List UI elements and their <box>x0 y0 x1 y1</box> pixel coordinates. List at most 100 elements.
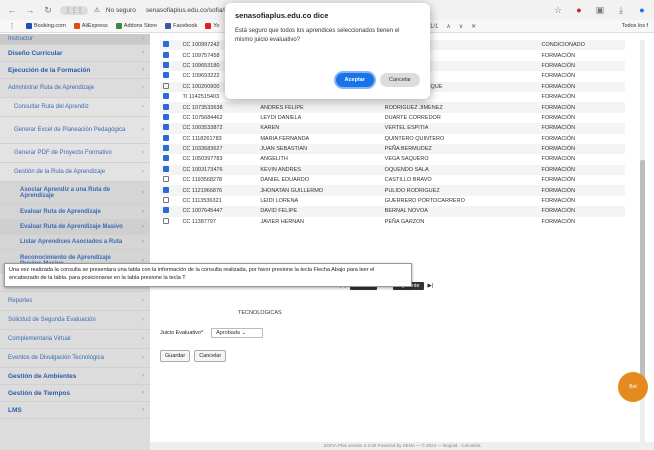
sidebar-item-label: Complementaria Virtual <box>8 336 71 342</box>
sidebar-item[interactable]: Solicitud de Segunda Evaluación › <box>0 311 150 330</box>
chevron-right-icon: › <box>142 127 144 133</box>
sidebar-item[interactable]: Asociar Aprendiz a una Ruta de Aprendiza… <box>0 182 150 205</box>
site-pill[interactable]: ⋮⋮⋮ <box>60 5 88 15</box>
cell-apellido: PEÑA GARZON <box>384 218 425 225</box>
chevron-right-icon: › <box>142 67 144 73</box>
row-checkbox[interactable] <box>163 72 169 79</box>
star-icon[interactable]: ☆ <box>552 4 564 16</box>
sidebar-item-label: Evaluar Ruta de Aprendizaje Masivo <box>20 224 123 230</box>
sidebar-item[interactable]: Complementaria Virtual › <box>0 330 150 349</box>
sidebar-item-label: Administrar Ruta de Aprendizaje <box>8 85 95 91</box>
chevron-right-icon: › <box>142 190 144 196</box>
row-checkbox[interactable] <box>163 113 169 120</box>
row-checkbox[interactable] <box>163 155 169 162</box>
sidebar-item[interactable]: Instructor › <box>0 34 150 45</box>
row-checkbox[interactable] <box>163 186 169 193</box>
bookmark-youtube[interactable]: Yo <box>205 23 220 29</box>
sidebar-item[interactable]: Gestión de Tiempos › <box>0 385 150 402</box>
extensions-icon[interactable]: ▣ <box>594 4 606 16</box>
cell-doc: CC 1003533872 <box>179 123 258 134</box>
chevron-right-icon: › <box>142 209 144 215</box>
insecure-warning-icon[interactable]: ⚠ <box>94 6 100 14</box>
sidebar-item[interactable]: Diseño Curricular › <box>0 45 150 62</box>
row-checkbox[interactable] <box>163 145 169 152</box>
cancel-form-button[interactable]: Cancelar <box>194 350 227 362</box>
bookmark-addons[interactable]: Addons Store <box>115 23 157 29</box>
sidebar-item[interactable]: Evaluar Ruta de Aprendizaje › <box>0 205 150 220</box>
sidebar-item[interactable]: Ejecución de la Formación › <box>0 62 150 79</box>
row-checkbox[interactable] <box>163 165 169 172</box>
chatbot-icon[interactable]: Bot <box>618 372 648 402</box>
row-checkbox[interactable] <box>163 82 169 89</box>
sidebar-item[interactable]: Listar Aprendices Asociados a Ruta › <box>0 235 150 250</box>
insecure-label[interactable]: No seguro <box>106 7 136 14</box>
sidebar-item[interactable]: Generar Excel de Planeación Pedagógica › <box>0 117 150 144</box>
cell-estado: Formación <box>538 206 625 217</box>
row-checkbox[interactable] <box>163 93 169 100</box>
accept-button[interactable]: Aceptar <box>335 73 374 87</box>
sidebar-item[interactable]: Eventos de Divulgación Tecnológica › <box>0 349 150 368</box>
cell-apellido: VERTEL ESPITIA <box>381 123 539 134</box>
sidebar-item[interactable]: Reportes › <box>0 292 150 311</box>
sidebar-item[interactable]: Gestión de la Ruta de Aprendizaje › <box>0 163 150 182</box>
cell-doc: CC 1033683627 <box>179 143 258 155</box>
table-row: CC 1113536321 LEIDI LORENA GUERRERO PORTOC… <box>160 196 625 206</box>
row-checkbox[interactable] <box>163 176 169 183</box>
row-checkbox[interactable] <box>163 217 169 224</box>
row-checkbox[interactable] <box>163 61 169 68</box>
bookmark-facebook[interactable]: Facebook <box>165 23 197 29</box>
chevron-right-icon: › <box>142 336 144 342</box>
sidebar-item[interactable]: Administrar Ruta de Aprendizaje › <box>0 79 150 98</box>
row-checkbox[interactable] <box>163 207 169 214</box>
cell-estado: Formación <box>538 102 625 113</box>
find-close-icon[interactable]: ✕ <box>471 23 476 30</box>
row-checkbox[interactable] <box>163 41 169 48</box>
forward-icon[interactable]: → <box>24 4 36 16</box>
find-next-icon[interactable]: ∨ <box>459 23 463 30</box>
last-page-icon[interactable]: ▶| <box>428 283 434 289</box>
download-icon[interactable]: ⤓ <box>615 4 627 16</box>
juicio-select[interactable]: Aprobada ⌄ <box>211 328 264 338</box>
cell-apellido: VEGA SAQUERO <box>384 156 429 163</box>
table-row: CC 1033683627 JUAN SEBASTIAN PEÑA BERMUDEZ… <box>160 143 625 155</box>
sidebar-item[interactable]: Generar PDF de Proyecto Formativo › <box>0 144 150 163</box>
find-bar: 1/1 ∧ ∨ ✕ <box>430 23 476 31</box>
form-actions: Guardar Cancelar <box>160 350 227 362</box>
sidebar-item[interactable]: Consultar Ruta del Aprendiz › <box>0 98 150 117</box>
cell-apellido: PULIDO RODRIGUEZ <box>381 185 539 196</box>
chevron-right-icon: › <box>142 390 144 396</box>
save-button[interactable]: Guardar <box>160 350 191 362</box>
chevron-right-icon: › <box>142 85 144 91</box>
sidebar-item-label: Eventos de Divulgación Tecnológica <box>8 355 104 361</box>
profile-icon[interactable]: ● <box>636 4 648 16</box>
all-bookmarks[interactable]: Todos los f <box>622 23 648 29</box>
reload-icon[interactable]: ↻ <box>42 4 54 16</box>
sidebar-item-label: Gestión de Ambientes <box>8 372 77 380</box>
row-checkbox[interactable] <box>163 134 169 141</box>
cell-nombre: ANGELITH <box>260 156 288 163</box>
row-checkbox[interactable] <box>163 124 169 131</box>
cell-estado: Formación <box>541 177 576 184</box>
sidebar-item-label: Gestión de Tiempos <box>8 389 71 397</box>
sidebar-item[interactable]: LMS › <box>0 402 150 419</box>
bookmark-aliexpress[interactable]: AliExpress <box>73 23 108 29</box>
find-prev-icon[interactable]: ∧ <box>446 23 450 30</box>
table-row: CC 1075684462 LEYDI DANIELA DUARTE CORREDO… <box>160 113 625 123</box>
dialog-cancel-button[interactable]: Cancelar <box>379 73 420 87</box>
cell-nombre: JUAN SEBASTIAN <box>257 143 382 155</box>
extension-icon[interactable]: ● <box>573 4 585 16</box>
sidebar-item[interactable]: Gestión de Ambientes › <box>0 368 150 385</box>
bookmark-booking[interactable]: Booking.com <box>26 23 66 29</box>
row-checkbox[interactable] <box>163 51 169 58</box>
cell-nombre: DAVID FELIPE <box>257 206 382 217</box>
cell-estado: Formación <box>541 135 576 142</box>
sidebar-item-label: Ejecución de la Formación <box>8 66 91 74</box>
back-icon[interactable]: ← <box>6 4 18 16</box>
scrollbar-thumb[interactable] <box>640 160 645 380</box>
row-checkbox[interactable] <box>163 103 169 110</box>
cell-doc: CC 1073533638 <box>179 102 258 113</box>
row-checkbox[interactable] <box>163 197 169 204</box>
cell-nombre: KAREN <box>257 123 382 134</box>
sidebar-item[interactable]: Evaluar Ruta de Aprendizaje Masivo › <box>0 220 150 235</box>
apps-icon[interactable]: ⁝ <box>6 20 18 32</box>
